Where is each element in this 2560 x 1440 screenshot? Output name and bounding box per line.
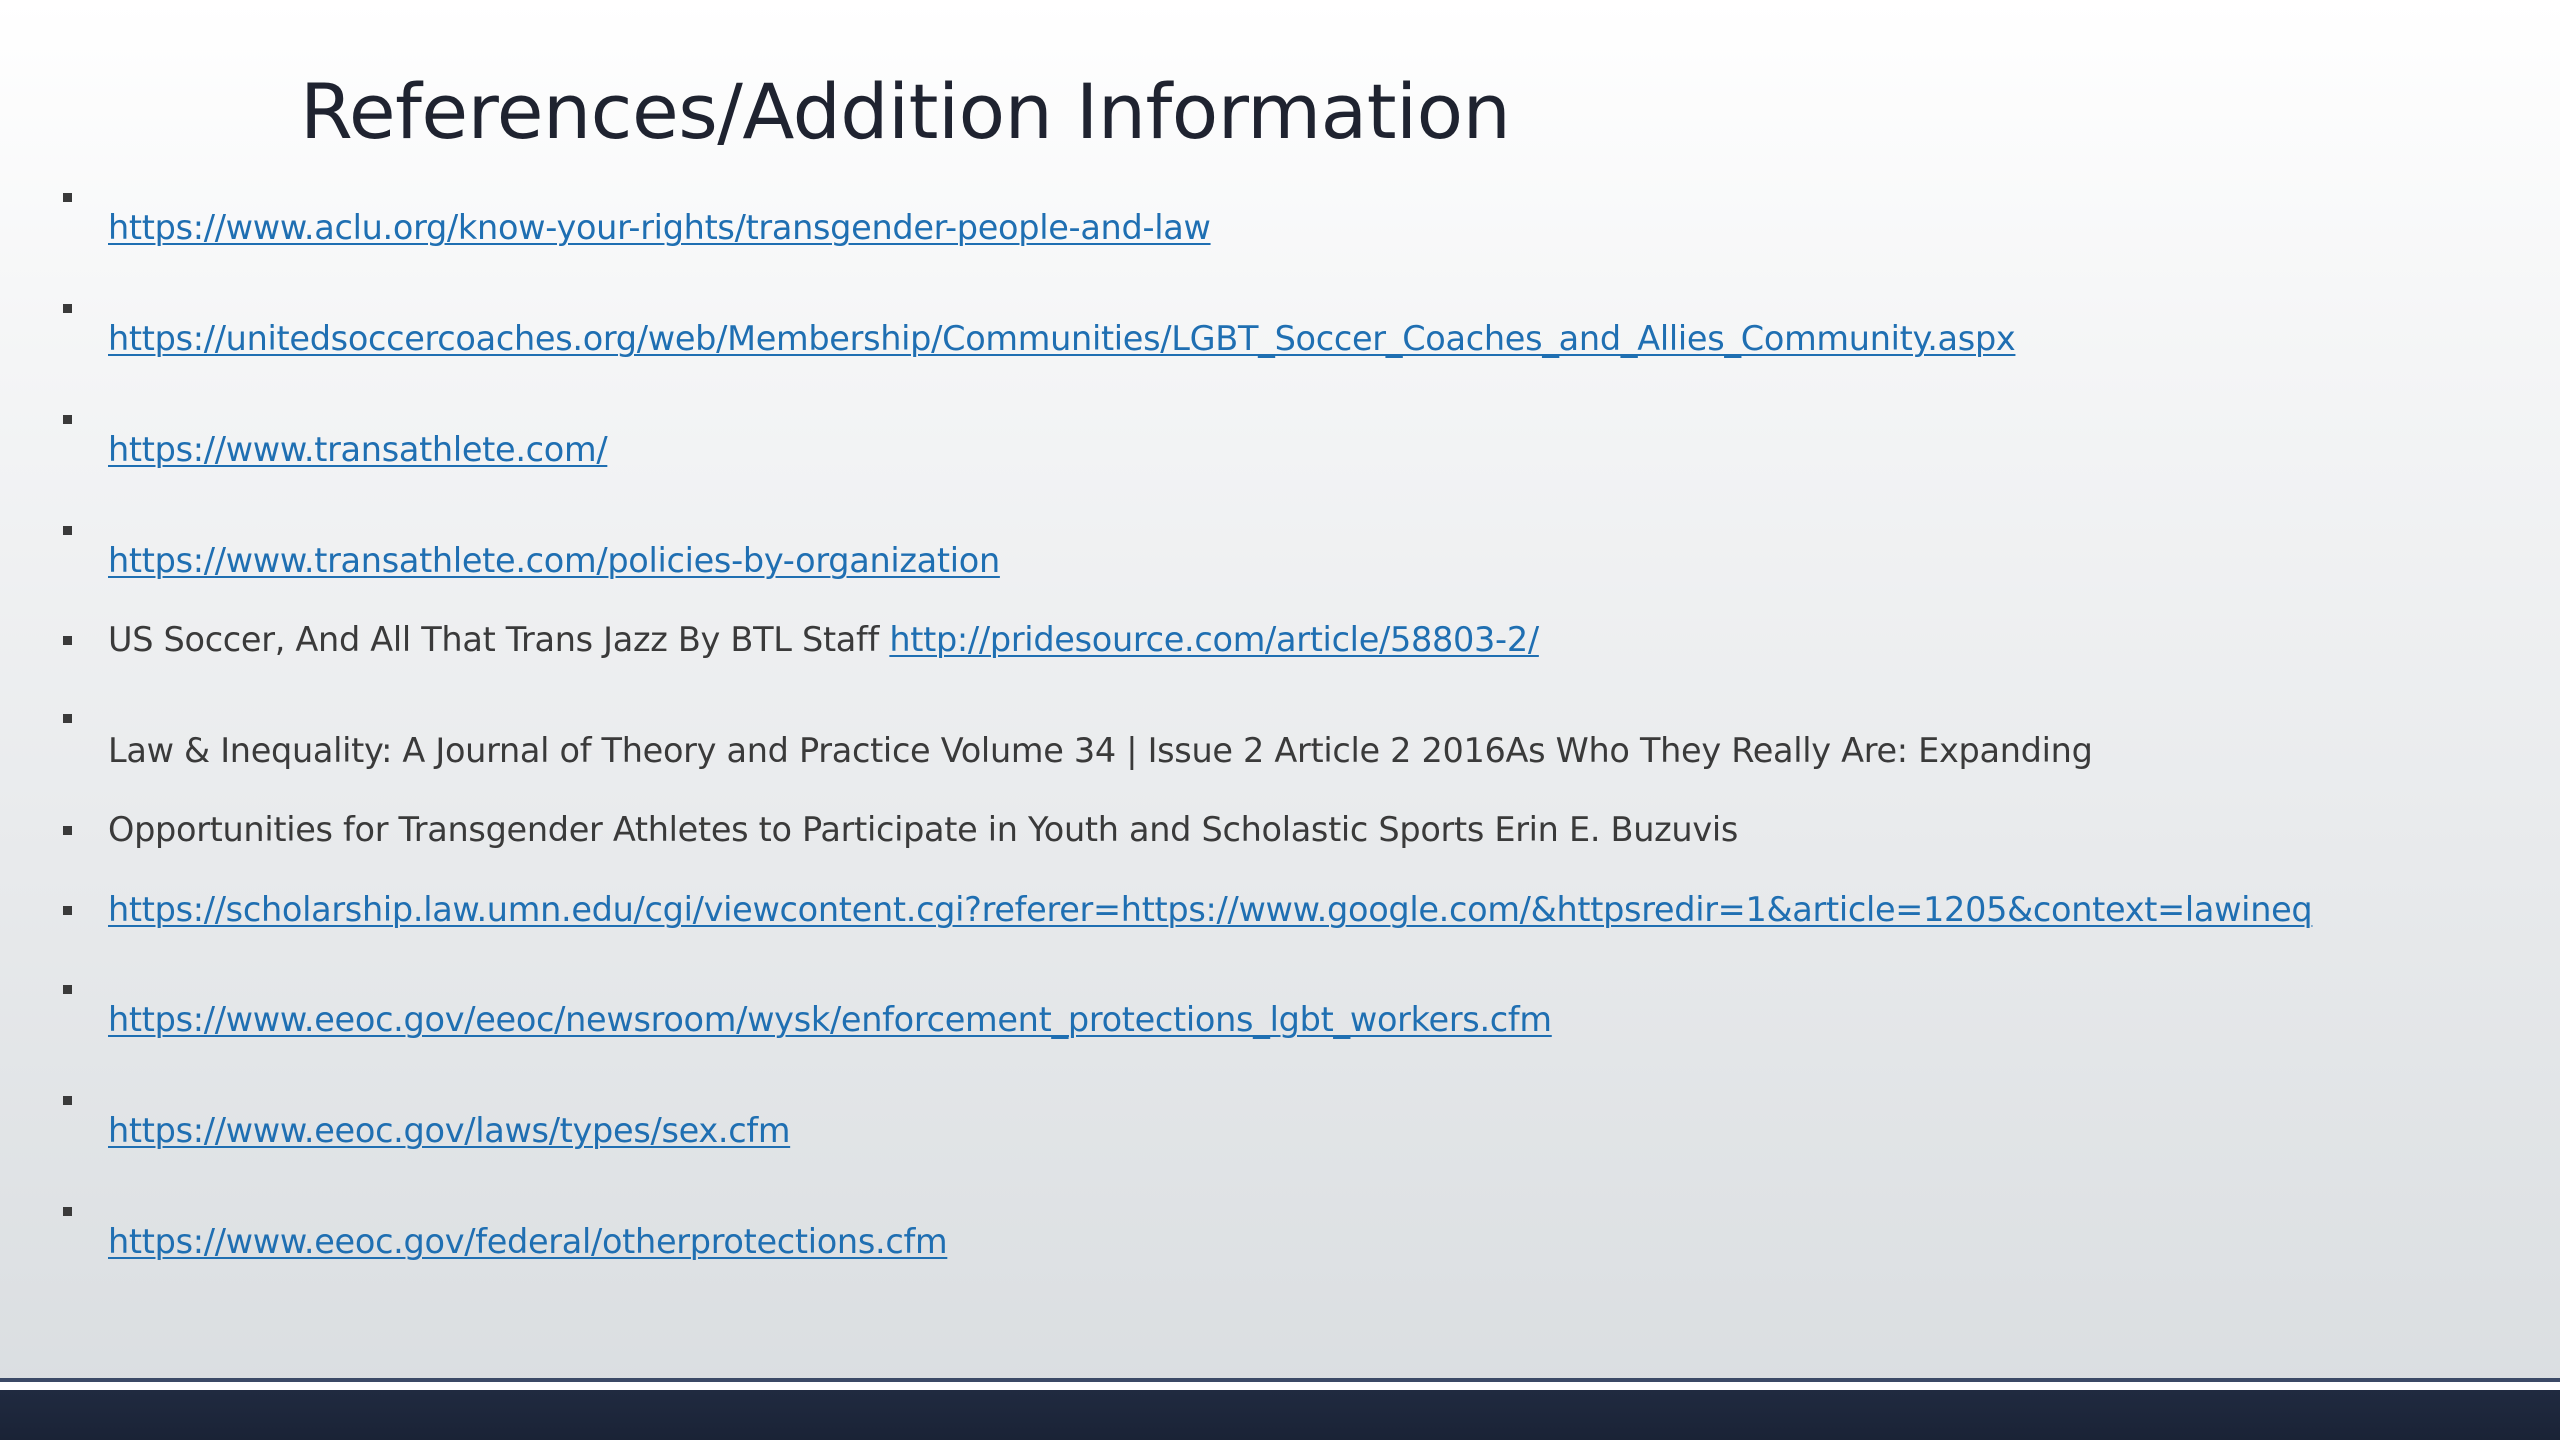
- reference-list: https://www.aclu.org/know-your-rights/tr…: [0, 0, 2560, 1382]
- bullet-icon: [63, 714, 72, 723]
- reference-link[interactable]: https://www.eeoc.gov/federal/otherprotec…: [108, 1222, 948, 1261]
- reference-link[interactable]: https://www.eeoc.gov/laws/types/sex.cfm: [108, 1111, 790, 1150]
- bullet-icon: [63, 636, 72, 645]
- reference-link[interactable]: https://scholarship.law.umn.edu/cgi/view…: [108, 890, 2313, 929]
- reference-text: US Soccer, And All That Trans Jazz By BT…: [108, 620, 890, 659]
- bullet-icon: [63, 1096, 72, 1105]
- reference-text: Law & Inequality: A Journal of Theory an…: [108, 731, 2093, 770]
- bullet-icon: [63, 826, 72, 835]
- bullet-icon: [63, 906, 72, 915]
- slide: References/Addition Information https://…: [0, 0, 2560, 1382]
- reference-link[interactable]: https://www.eeoc.gov/eeoc/newsroom/wysk/…: [108, 1000, 1552, 1039]
- bullet-icon: [63, 1207, 72, 1216]
- reference-text: Opportunities for Transgender Athletes t…: [108, 810, 1739, 849]
- reference-link[interactable]: https://unitedsoccercoaches.org/web/Memb…: [108, 319, 2016, 358]
- reference-link[interactable]: https://www.aclu.org/know-your-rights/tr…: [108, 208, 1211, 247]
- reference-link[interactable]: https://www.transathlete.com/: [108, 430, 608, 469]
- bullet-icon: [63, 193, 72, 202]
- bullet-icon: [63, 985, 72, 994]
- reference-link[interactable]: http://pridesource.com/article/58803-2/: [889, 620, 1539, 659]
- footer-gap: [0, 1382, 2560, 1390]
- bullet-icon: [63, 304, 72, 313]
- reference-link[interactable]: https://www.transathlete.com/policies-by…: [108, 541, 1000, 580]
- bullet-icon: [63, 526, 72, 535]
- footer-bar: [0, 1390, 2560, 1440]
- bullet-icon: [63, 415, 72, 424]
